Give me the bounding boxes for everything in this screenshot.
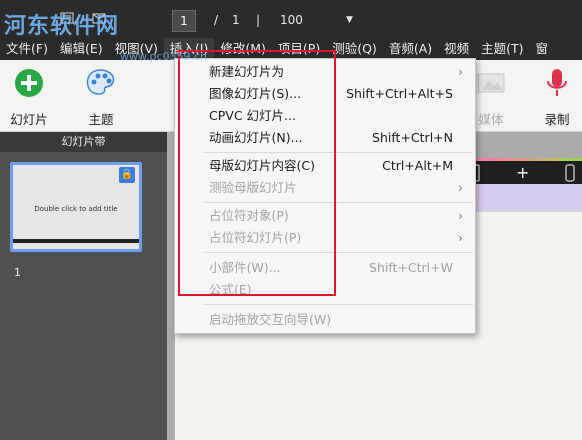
annotation-highlight-box (178, 50, 336, 296)
thumbnail-title: Double click to add title (34, 205, 118, 213)
menu-audio[interactable]: 音频(A) (383, 38, 438, 60)
slides-button[interactable]: 幻灯片 (4, 66, 54, 128)
submenu-arrow-icon: › (458, 64, 463, 79)
lock-icon[interactable]: 🔒 (119, 167, 135, 183)
zoom-dropdown-icon[interactable]: ▼ (346, 15, 353, 25)
microphone-icon (547, 69, 567, 96)
thumbnail-bar (13, 239, 139, 243)
menu-video[interactable]: 视频 (438, 38, 475, 60)
menu-window[interactable]: 窗 (530, 38, 555, 60)
themes-label: 主题 (88, 112, 114, 127)
watermark-logo: 河东软件网 (4, 14, 120, 39)
divider: | (256, 13, 261, 27)
watermark-url: www.pc0359.cn (120, 50, 208, 63)
filmstrip-panel: 幻灯片带 🔒 Double click to add title 1 (0, 132, 167, 440)
slide-thumbnail[interactable]: 🔒 Double click to add title (10, 162, 142, 252)
add-device-icon[interactable]: + (516, 163, 529, 182)
filmstrip-title: 幻灯片带 (0, 132, 167, 152)
themes-button[interactable]: 主题 (76, 66, 126, 128)
slide-number: 1 (14, 266, 21, 279)
menu-edit[interactable]: 编辑(E) (54, 38, 109, 60)
palette-icon (86, 69, 115, 95)
title-bar: 1 / 1 | 100 ▼ 河东软件网 (0, 0, 582, 39)
submenu-arrow-icon: › (458, 208, 463, 223)
page-total: 1 (232, 13, 240, 27)
submenu-arrow-icon: › (458, 230, 463, 245)
slides-label: 幻灯片 (10, 112, 48, 127)
record-button[interactable]: 录制 (532, 66, 582, 128)
add-slide-icon (15, 69, 43, 97)
phone-icon[interactable] (564, 164, 576, 182)
menu-file[interactable]: 文件(F) (0, 38, 54, 60)
media-icon (477, 73, 505, 93)
menu-item-drag-drop-wizard[interactable]: 启动拖放交互向导(W) (175, 309, 475, 331)
submenu-arrow-icon: › (458, 180, 463, 195)
page-current-input[interactable]: 1 (172, 10, 196, 32)
page-separator: / (214, 13, 219, 27)
menu-themes[interactable]: 主题(T) (475, 38, 529, 60)
menu-separator (205, 304, 473, 305)
zoom-value[interactable]: 100 (280, 13, 303, 27)
record-label: 录制 (544, 112, 570, 127)
